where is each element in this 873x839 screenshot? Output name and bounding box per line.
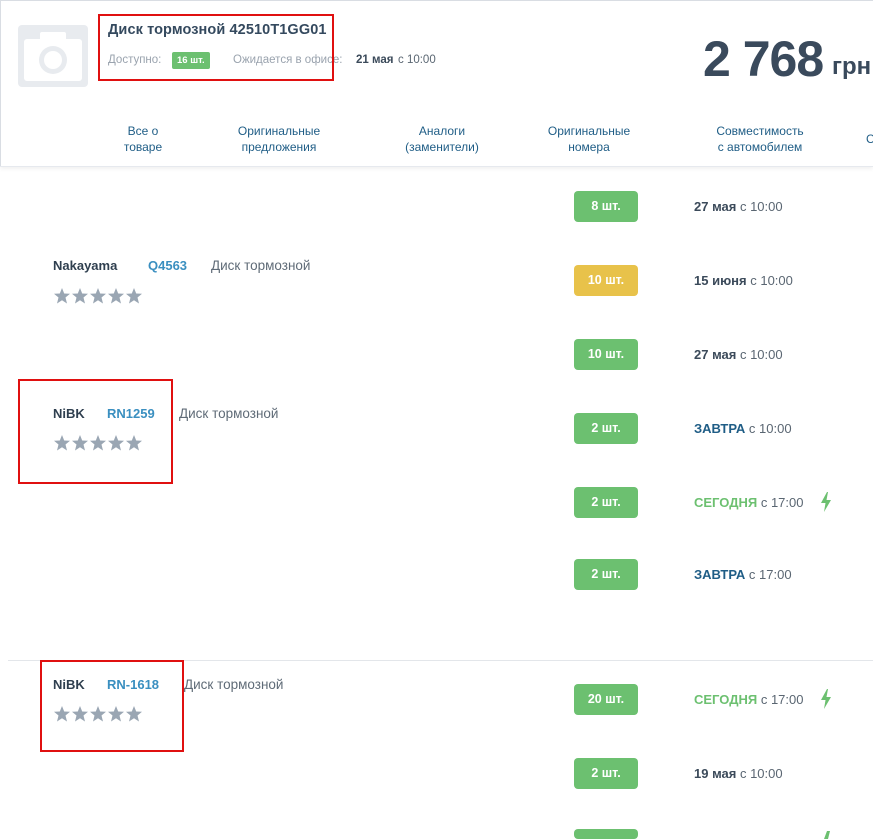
tab-analogs[interactable]: Аналоги (заменители) bbox=[392, 123, 492, 155]
delivery-info: 15 июня с 10:00 bbox=[694, 273, 793, 288]
delivery-time: с 17:00 bbox=[748, 567, 792, 582]
tab-car-compatibility[interactable]: Совместимость с автомобилем bbox=[704, 123, 816, 155]
lightning-icon bbox=[821, 492, 831, 512]
delivery-time: с 10:00 bbox=[748, 421, 792, 436]
delivery-info: 19 мая с 10:00 bbox=[694, 766, 783, 781]
stock-quantity-badge: 10 шт. bbox=[574, 265, 638, 296]
delivery-date: 15 июня bbox=[694, 273, 747, 288]
delivery-info: СЕГОДНЯ с 17:00 bbox=[694, 692, 803, 707]
highlight-box-title bbox=[98, 14, 334, 81]
delivery-info: СЕГОДНЯ с 17:00 bbox=[694, 495, 803, 510]
delivery-info: ЗАВТРА с 17:00 bbox=[694, 567, 792, 582]
stock-quantity-badge: 20 шт. bbox=[574, 684, 638, 715]
header-top-border bbox=[0, 0, 873, 1]
offer-description: Диск тормозной bbox=[184, 677, 284, 692]
expected-time: с 10:00 bbox=[398, 54, 436, 66]
stock-quantity-badge: 2 шт. bbox=[574, 559, 638, 590]
delivery-date: ЗАВТРА bbox=[694, 567, 746, 582]
offer-article-link[interactable]: Q4563 bbox=[148, 258, 187, 273]
stock-quantity-badge: 2 шт. bbox=[574, 758, 638, 789]
highlight-box-offer bbox=[40, 660, 184, 752]
stock-quantity-badge: 2 шт. bbox=[574, 413, 638, 444]
delivery-date: ЗАВТРА bbox=[694, 421, 746, 436]
delivery-info: 27 мая с 10:00 bbox=[694, 199, 783, 214]
stock-quantity-badge: 8 шт. bbox=[574, 191, 638, 222]
delivery-date: 27 мая bbox=[694, 347, 737, 362]
price-value: 2 768 bbox=[703, 31, 824, 87]
delivery-info: 27 мая с 10:00 bbox=[694, 347, 783, 362]
stock-quantity-badge: 10 шт. bbox=[574, 339, 638, 370]
expected-date: 21 мая bbox=[356, 54, 394, 66]
tab-partial[interactable]: С bbox=[866, 131, 873, 147]
delivery-time: с 10:00 bbox=[739, 199, 783, 214]
delivery-time: с 10:00 bbox=[750, 273, 793, 288]
stock-quantity-badge-partial bbox=[574, 829, 638, 839]
product-photo-placeholder[interactable] bbox=[18, 25, 88, 87]
lightning-icon bbox=[821, 689, 831, 709]
delivery-date: СЕГОДНЯ bbox=[694, 692, 758, 707]
star-icons bbox=[54, 288, 142, 304]
delivery-time: с 10:00 bbox=[739, 347, 783, 362]
product-header: Диск тормозной 42510T1GG01 Доступно: 16 … bbox=[0, 0, 873, 167]
delivery-info: ЗАВТРА с 10:00 bbox=[694, 421, 792, 436]
delivery-time: с 17:00 bbox=[760, 692, 804, 707]
offer-description: Диск тормозной bbox=[211, 258, 311, 273]
tab-all-about-product[interactable]: Все о товаре bbox=[115, 123, 171, 155]
tab-original-numbers[interactable]: Оригинальные номера bbox=[536, 123, 642, 155]
delivery-time: с 17:00 bbox=[760, 495, 804, 510]
lightning-icon bbox=[824, 831, 830, 839]
delivery-date: 27 мая bbox=[694, 199, 737, 214]
highlight-box-offer bbox=[18, 379, 173, 484]
rating-stars bbox=[53, 287, 145, 310]
offer-brand: Nakayama bbox=[53, 258, 118, 273]
delivery-time: с 10:00 bbox=[739, 766, 783, 781]
price-currency: грн bbox=[832, 53, 872, 80]
stock-quantity-badge: 2 шт. bbox=[574, 487, 638, 518]
offer-description: Диск тормозной bbox=[179, 406, 279, 421]
tab-original-offers[interactable]: Оригинальные предложения bbox=[226, 123, 332, 155]
header-left-border bbox=[0, 0, 1, 166]
delivery-date: 19 мая bbox=[694, 766, 737, 781]
delivery-date: СЕГОДНЯ bbox=[694, 495, 758, 510]
camera-icon bbox=[24, 32, 82, 81]
